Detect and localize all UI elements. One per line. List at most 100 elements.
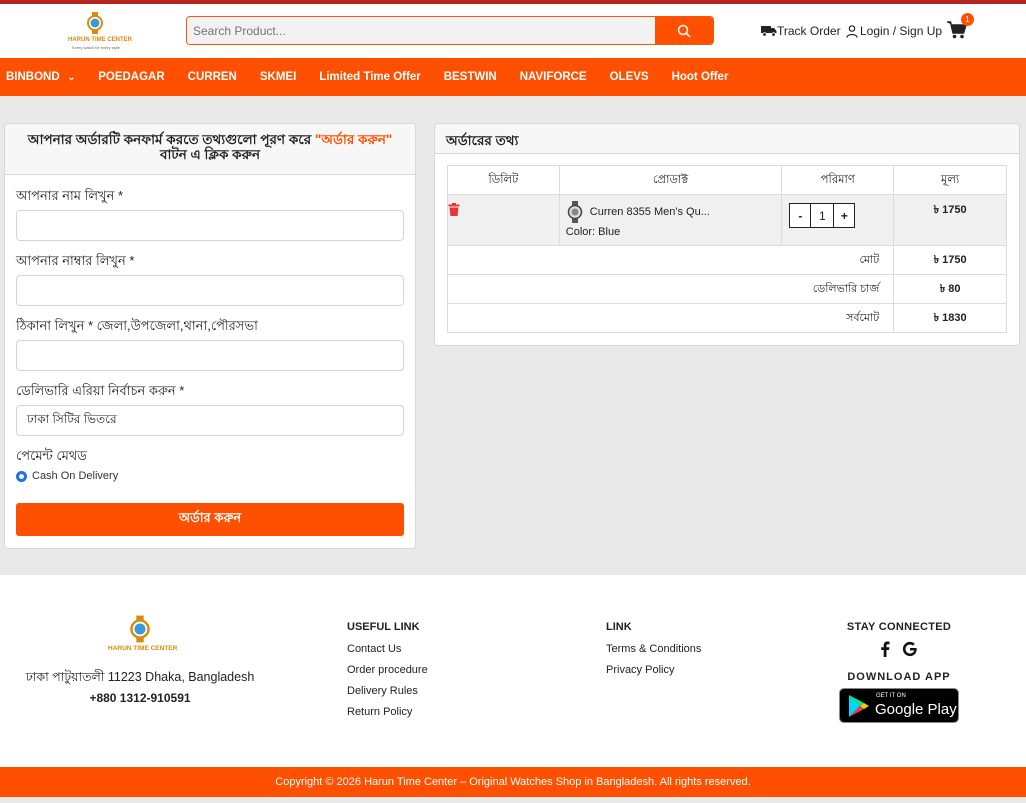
user-icon bbox=[846, 24, 858, 38]
search-bar bbox=[186, 16, 714, 45]
google-play-small-text: GET IT ON bbox=[876, 693, 906, 699]
phone-label: আপনার নাম্বার লিখুন * bbox=[16, 253, 135, 268]
quantity-cell: - 1 + bbox=[781, 194, 895, 246]
cart-count-badge: 1 bbox=[961, 13, 974, 26]
site-header: HARUN TIME CENTER Every watch for every … bbox=[0, 4, 1026, 58]
payment-method-label: পেমেন্ট মেথড bbox=[16, 448, 87, 463]
delivery-charge-row: ডেলিভারি চার্জ ৳ 80 bbox=[446, 274, 1007, 304]
product-color: Color: Blue bbox=[565, 226, 621, 238]
name-input[interactable] bbox=[16, 210, 404, 241]
login-label: Login / Sign Up bbox=[860, 24, 943, 38]
table-row: Curren 8355 Men's Qu... Color: Blue - 1 … bbox=[447, 194, 1007, 246]
nav-item-naviforce[interactable]: NAVIFORCE bbox=[520, 71, 587, 83]
order-table: ডিলিট প্রোডাক্ট পরিমাণ মূল্য Curren 8355… bbox=[446, 165, 1007, 333]
delivery-area-value: ঢাকা সিটির ভিতরে bbox=[27, 411, 117, 426]
footer-link-contact-us[interactable]: Contact Us bbox=[347, 643, 428, 655]
stay-connected-section: STAY CONNECTED DOWNLOAD APP bbox=[820, 621, 978, 683]
copyright-bar: Copyright © 2026 Harun Time Center – Ori… bbox=[0, 767, 1026, 797]
google-icon[interactable] bbox=[902, 641, 918, 657]
nav-item-hoot-offer[interactable]: Hoot Offer bbox=[672, 71, 729, 83]
delivery-charge-label: ডেলিভারি চার্জ bbox=[446, 274, 895, 304]
grand-total-row: সর্বমোট ৳ 1830 bbox=[446, 303, 1007, 333]
login-link[interactable]: Login / Sign Up bbox=[846, 21, 942, 41]
footer-logo[interactable]: HARUN TIME CENTER bbox=[108, 615, 178, 657]
footer-link-delivery-rules[interactable]: Delivery Rules bbox=[347, 685, 428, 697]
bottom-gap bbox=[0, 797, 1026, 803]
nav-item-curren[interactable]: CURREN bbox=[188, 71, 237, 83]
grand-total-label: সর্বমোট bbox=[446, 303, 895, 333]
place-order-button[interactable]: অর্ডার করুন bbox=[16, 503, 404, 536]
payment-option-cod[interactable]: Cash On Delivery bbox=[16, 470, 118, 482]
cod-radio[interactable] bbox=[16, 470, 27, 482]
useful-links-column: USEFUL LINK Contact Us Order procedure D… bbox=[347, 621, 428, 727]
footer-link-order-procedure[interactable]: Order procedure bbox=[347, 664, 428, 676]
product-thumbnail[interactable] bbox=[566, 201, 584, 223]
product-name[interactable]: Curren 8355 Men's Qu... bbox=[590, 206, 710, 218]
cart-button[interactable]: 1 bbox=[947, 13, 975, 44]
google-play-button[interactable]: GET IT ON Google Play bbox=[839, 688, 959, 723]
checkout-form-card: আপনার অর্ডারটি কনফার্ম করতে তথ্যগুলো পূর… bbox=[4, 123, 416, 549]
nav-item-binbond[interactable]: BINBOND ⌄ bbox=[6, 71, 75, 83]
chevron-down-icon: ⌄ bbox=[67, 71, 76, 82]
google-play-icon bbox=[849, 695, 869, 717]
address-label: ঠিকানা লিখুন * জেলা,উপজেলা,থানা,পৌরসভা bbox=[16, 318, 258, 333]
delivery-area-label: ডেলিভারি এরিয়া নির্বাচন করুন * bbox=[16, 383, 185, 398]
google-play-text: Google Play bbox=[875, 701, 957, 718]
product-cell: Curren 8355 Men's Qu... Color: Blue bbox=[558, 194, 783, 246]
footer-address: ঢাকা পাটুয়াতলী 11223 Dhaka, Bangladesh bbox=[25, 670, 255, 684]
useful-links-title: USEFUL LINK bbox=[347, 621, 420, 633]
category-nav: BINBOND ⌄ POEDAGAR CURREN SKMEI Limited T… bbox=[0, 58, 1026, 96]
order-info-card: অর্ডারের তথ্য ডিলিট প্রোডাক্ট পরিমাণ মূল… bbox=[434, 123, 1020, 346]
track-order-label: Track Order bbox=[777, 24, 841, 38]
watch-logo-icon bbox=[130, 615, 150, 643]
copyright-text: Copyright © 2026 Harun Time Center – Ori… bbox=[275, 776, 751, 788]
column-header-quantity: পরিমাণ bbox=[781, 165, 895, 195]
nav-item-bestwin[interactable]: BESTWIN bbox=[444, 71, 497, 83]
footer-link-terms[interactable]: Terms & Conditions bbox=[606, 643, 701, 655]
search-icon bbox=[677, 24, 691, 38]
nav-item-olevs[interactable]: OLEVS bbox=[610, 71, 649, 83]
quantity-increase-button[interactable]: + bbox=[833, 203, 856, 228]
subtotal-row: মোট ৳ 1750 bbox=[446, 245, 1007, 275]
logo-text: HARUN TIME CENTER bbox=[68, 37, 132, 43]
facebook-icon[interactable] bbox=[880, 641, 890, 657]
footer-link-privacy[interactable]: Privacy Policy bbox=[606, 664, 701, 676]
logo-tagline: Every watch for every style bbox=[72, 45, 120, 50]
form-heading: আপনার অর্ডারটি কনফার্ম করতে তথ্যগুলো পূর… bbox=[5, 124, 415, 175]
column-header-delete: ডিলিট bbox=[447, 165, 560, 195]
delete-cell bbox=[447, 194, 560, 246]
column-header-product: প্রোডাক্ট bbox=[558, 165, 783, 195]
quantity-decrease-button[interactable]: - bbox=[789, 203, 812, 228]
subtotal-value: ৳ 1750 bbox=[893, 245, 1007, 275]
phone-input[interactable] bbox=[16, 275, 404, 306]
download-app-title: DOWNLOAD APP bbox=[847, 671, 951, 683]
grand-total-value: ৳ 1830 bbox=[893, 303, 1007, 333]
order-info-title: অর্ডারের তথ্য bbox=[435, 124, 1019, 154]
delivery-area-select[interactable]: ঢাকা সিটির ভিতরে bbox=[16, 405, 404, 436]
site-footer: HARUN TIME CENTER ঢাকা পাটুয়াতলী 11223 … bbox=[0, 575, 1026, 767]
watch-logo-icon bbox=[87, 12, 103, 34]
footer-phone[interactable]: +880 1312-910591 bbox=[0, 691, 280, 705]
nav-item-poedagar[interactable]: POEDAGAR bbox=[98, 71, 164, 83]
footer-link-return-policy[interactable]: Return Policy bbox=[347, 706, 428, 718]
stay-connected-title: STAY CONNECTED bbox=[846, 621, 952, 633]
column-header-price: মূল্য bbox=[893, 165, 1007, 195]
address-input[interactable] bbox=[16, 340, 404, 371]
track-order-link[interactable]: Track Order bbox=[761, 21, 841, 41]
search-input[interactable] bbox=[187, 17, 655, 44]
nav-item-skmei[interactable]: SKMEI bbox=[260, 71, 296, 83]
links-title: LINK bbox=[606, 621, 632, 633]
search-button[interactable] bbox=[655, 17, 713, 44]
truck-icon bbox=[761, 26, 777, 37]
delivery-charge-value: ৳ 80 bbox=[893, 274, 1007, 304]
links-column: LINK Terms & Conditions Privacy Policy bbox=[606, 621, 701, 685]
footer-logo-text: HARUN TIME CENTER bbox=[108, 645, 178, 652]
product-price: ৳ 1750 bbox=[893, 194, 1007, 246]
quantity-stepper: - 1 + bbox=[789, 203, 893, 228]
cod-label: Cash On Delivery bbox=[32, 470, 119, 482]
nav-item-limited-time-offer[interactable]: Limited Time Offer bbox=[319, 71, 420, 83]
trash-icon[interactable] bbox=[448, 203, 460, 216]
site-logo[interactable]: HARUN TIME CENTER Every watch for every … bbox=[68, 12, 132, 52]
name-label: আপনার নাম লিখুন * bbox=[16, 188, 124, 203]
quantity-value: 1 bbox=[811, 203, 834, 228]
